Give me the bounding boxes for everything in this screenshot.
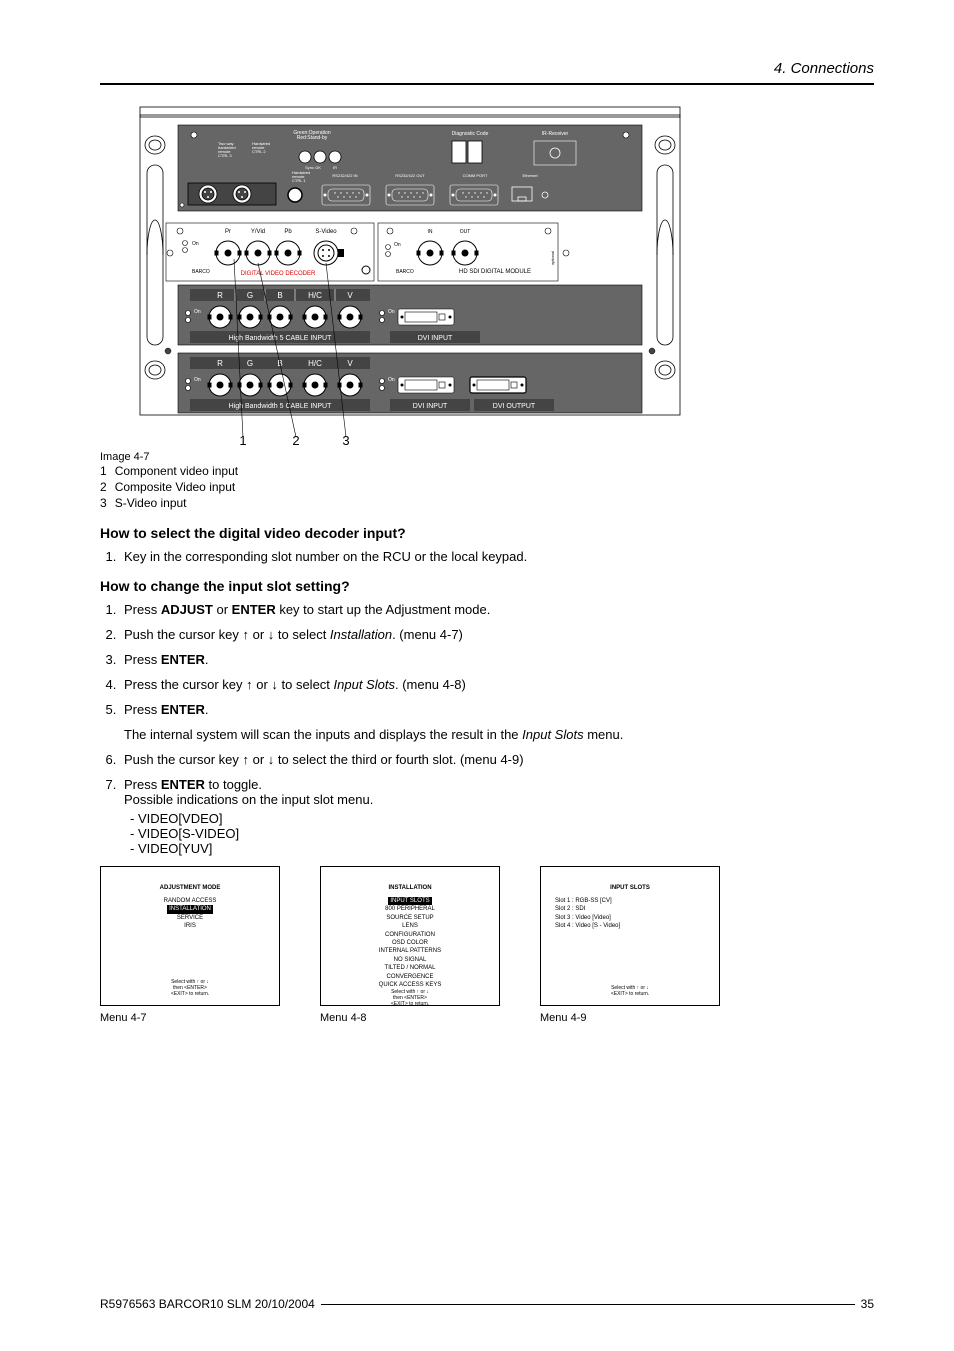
step-a1: Key in the corresponding slot number on … [120,549,874,564]
section-b-steps: Press ADJUST or ENTER key to start up th… [100,602,874,717]
dvi-in-label-2: DVI INPUT [413,403,448,410]
r-label-1: R [217,291,223,300]
section-select-input: How to select the digital video decoder … [100,525,874,541]
menu-screens: ADJUSTMENT MODE RANDOM ACCESS INSTALLATI… [100,866,874,1024]
callout-2: 2 [292,433,299,445]
yvid-label: Y/Vid [251,229,265,235]
hc-label-2: H/C [308,359,322,368]
step-b7: Press ENTER to toggle. Possible indicati… [120,777,874,856]
hdsdi-name: HD SDI DIGITAL MODULE [459,269,531,275]
step-b3: Press ENTER. [120,652,874,667]
section-a-steps: Key in the corresponding slot number on … [100,549,874,564]
pr-label: Pr [225,229,231,235]
optional-label: optional [550,251,555,265]
step-b4: Press the cursor key ↑ or ↓ to select In… [120,677,874,692]
diagram-legend: 1Component video input 2Composite Video … [100,463,246,511]
section-change-slot: How to change the input slot setting? [100,578,874,594]
indication-1: VIDEO[VDEO] [130,811,874,826]
led-label: Green:OperationRed:Stand-by [293,130,330,141]
menu-4-7: ADJUSTMENT MODE RANDOM ACCESS INSTALLATI… [100,866,280,1024]
decoder-name: DIGITAL VIDEO DECODER [241,271,316,277]
g-label-1: G [247,291,253,300]
header-rule [100,83,874,85]
indication-2: VIDEO[S-VIDEO] [130,826,874,841]
hc-label-1: H/C [308,291,322,300]
internal-note: The internal system will scan the inputs… [124,727,874,742]
callout-3: 3 [342,433,349,445]
on-label-3: On [194,309,201,315]
eth-label: Ethernet [522,173,538,178]
on-label-2: On [394,242,401,248]
r-label-2: R [217,359,223,368]
barco-label-2: BARCO [396,269,414,275]
doc-id: R5976563 BARCOR10 SLM 20/10/2004 [100,1297,315,1311]
comm-label: COMM PORT [463,173,488,178]
rsin-label: RS232/422 IN [332,173,357,178]
menu-4-9: INPUT SLOTS Slot 1 : RGB-SS [CV] Slot 2 … [540,866,720,1024]
menu-4-8: INSTALLATION INPUT SLOTS 800 PERIPHERAL … [320,866,500,1024]
ir-receiver-label: IR-Receiver [542,131,569,137]
on-label-4: On [194,377,201,383]
step-b2: Push the cursor key ↑ or ↓ to select Ins… [120,627,874,642]
v-label-2: V [347,359,353,368]
step-b6: Push the cursor key ↑ or ↓ to select the… [120,752,874,767]
section-b-steps-2: Push the cursor key ↑ or ↓ to select the… [100,752,874,856]
barco-label-1: BARCO [192,269,210,275]
5cable-name-2: High Bandwidth 5 CABLE INPUT [229,403,332,410]
chapter-title: 4. Connections [100,60,874,77]
ir-label: IR [333,165,337,170]
g-label-2: G [247,359,253,368]
dvi-in-label-1: DVI INPUT [418,335,453,342]
page-number: 35 [861,1297,874,1311]
diag-code-label: Diagnostic Code [452,131,489,137]
b-label-1: B [277,291,282,300]
connector-diagram: Green:OperationRed:Stand-by Diagnostic C… [130,105,874,445]
on-label-3b: On [388,309,395,315]
5cable-name-1: High Bandwidth 5 CABLE INPUT [229,335,332,342]
indication-3: VIDEO[YUV] [130,841,874,856]
svideo-label: S-Video [315,229,337,235]
image-caption: Image 4-7 [100,451,874,463]
v-label-1: V [347,291,353,300]
page-footer: R5976563 BARCOR10 SLM 20/10/2004 35 [100,1297,874,1311]
on-label-4b: On [388,377,395,383]
dvi-out-label: DVI OUTPUT [493,403,536,410]
step-b1: Press ADJUST or ENTER key to start up th… [120,602,874,617]
on-label-1: On [192,241,199,247]
step-b5: Press ENTER. [120,702,874,717]
in-label: IN [428,229,433,235]
rsout-label: RS232/422 OUT [395,173,425,178]
out-label: OUT [460,229,471,235]
pb-label: Pb [284,229,292,235]
callout-1: 1 [239,433,246,445]
